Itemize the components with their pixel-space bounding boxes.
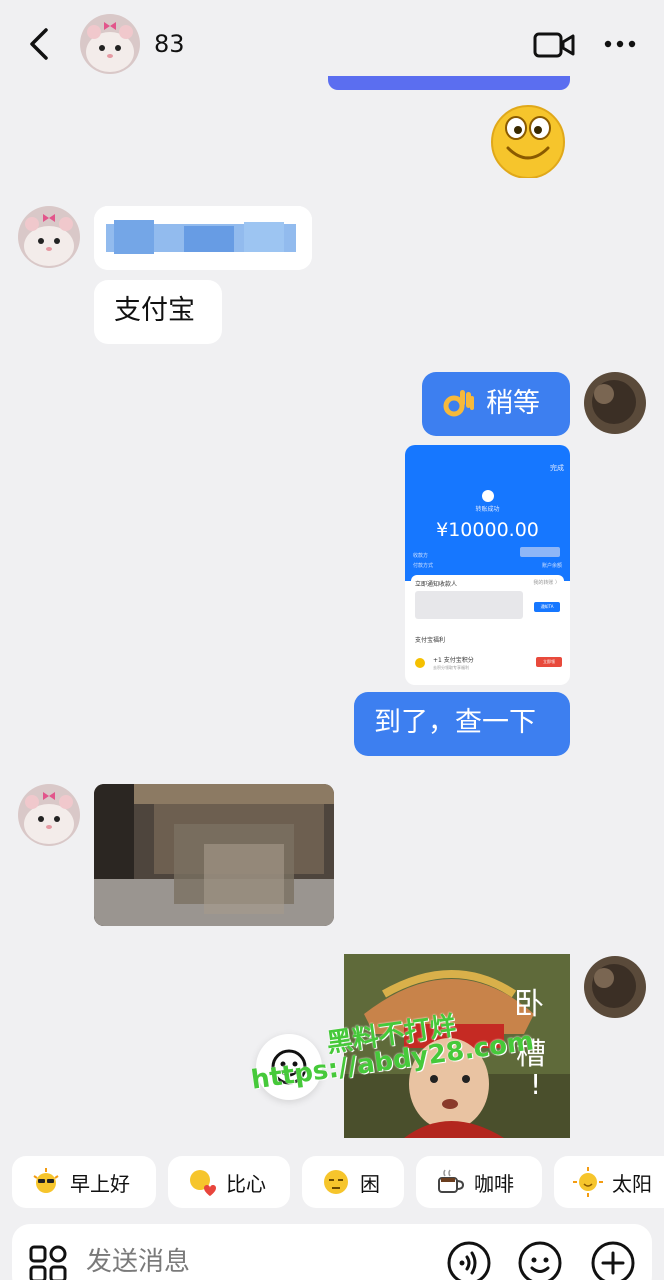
quick-reply-chip[interactable]: 比心 [168, 1156, 290, 1208]
quick-reply-chip[interactable]: 太阳 [554, 1156, 664, 1208]
chat-title: 83 [154, 30, 185, 58]
message-text: 支付宝 [114, 295, 195, 326]
sleepy-face-icon [324, 1170, 348, 1194]
redacted-scribble [94, 206, 312, 270]
floating-emoji-button[interactable] [256, 1034, 322, 1100]
blurred-avatar-icon [584, 956, 646, 1018]
benefit-subtext: 去积分领取专享福利 [433, 665, 469, 670]
quick-reply-chip[interactable]: 早上好 [12, 1156, 156, 1208]
receipt-method-value: 账户余额 [541, 563, 562, 569]
receipt-method-label: 付款方式 [413, 563, 434, 569]
more-options-icon[interactable] [600, 30, 640, 58]
message-bubble-alipay[interactable]: 支付宝 [94, 280, 222, 344]
sun-icon [573, 1167, 603, 1197]
svg-text:!: ! [530, 1068, 541, 1101]
contact-avatar[interactable] [18, 206, 80, 268]
video-call-icon[interactable] [532, 28, 576, 62]
quick-reply-chip[interactable]: 困 [302, 1156, 404, 1208]
contact-avatar[interactable] [18, 784, 80, 846]
receipt-redacted-name [520, 547, 560, 557]
receipt-done-label: 完成 [550, 464, 564, 472]
svg-text:槽: 槽 [516, 1037, 546, 1072]
message-input[interactable] [86, 1242, 426, 1280]
contact-avatar[interactable] [80, 14, 140, 74]
message-text: 到了，查一下 [374, 707, 536, 738]
quick-reply-bar: 早上好 比心 困 咖啡 太阳 [0, 1150, 664, 1212]
blurred-room-photo[interactable] [94, 784, 334, 926]
notify-title: 立即通知收款人 [415, 581, 458, 588]
receipt-amount: ¥10000.00 [436, 519, 539, 541]
receipt-payee-label: 收款方 [413, 553, 429, 559]
quick-reply-label: 困 [360, 1171, 380, 1196]
points-coin-icon [415, 658, 425, 668]
sun-sunglasses-icon [33, 1168, 59, 1193]
voice-icon[interactable] [446, 1240, 492, 1280]
message-text: 稍等 [486, 388, 540, 419]
quick-reply-chip[interactable]: 咖啡 [416, 1156, 542, 1208]
quick-reply-label: 早上好 [70, 1171, 130, 1196]
benefit-text: +1 支付宝积分 [433, 657, 474, 664]
benefit-title: 支付宝福利 [415, 637, 446, 644]
room-photo-image [94, 784, 334, 926]
hamster-avatar-icon [18, 206, 80, 268]
previous-message-bubble [328, 76, 570, 90]
receipt-status: 转账成功 [475, 506, 500, 513]
smiley-emoji-message [491, 105, 565, 178]
notify-button: 通知TA [534, 602, 560, 612]
emoji-icon[interactable] [517, 1240, 563, 1280]
svg-text:卧: 卧 [514, 987, 544, 1022]
my-avatar[interactable] [584, 956, 646, 1018]
hamster-avatar-icon [80, 14, 140, 74]
message-bubble-wait[interactable]: 稍等 [422, 372, 570, 436]
message-input-bar [12, 1224, 652, 1280]
notify-redacted-contact [415, 591, 523, 619]
ok-hand-icon [443, 390, 474, 417]
hamster-avatar-icon [18, 784, 80, 846]
message-bubble-arrived[interactable]: 到了，查一下 [354, 692, 570, 756]
back-arrow-icon[interactable] [22, 24, 56, 64]
my-avatar[interactable] [584, 372, 646, 434]
quick-reply-label: 太阳 [612, 1171, 652, 1196]
meme-sticker-picture: 卧 槽 ! [344, 954, 570, 1138]
apps-grid-icon[interactable] [28, 1244, 68, 1280]
heart-hands-icon [190, 1170, 216, 1196]
plus-icon[interactable] [590, 1240, 636, 1280]
emoji-face-icon [271, 1049, 307, 1085]
receipt-notify-card: 立即通知收款人 我的转账 〉 通知TA [411, 575, 564, 625]
coffee-icon [438, 1169, 465, 1193]
quick-reply-label: 咖啡 [474, 1171, 514, 1196]
benefit-button: 立即领 [536, 657, 562, 667]
alipay-logo-icon [482, 490, 494, 502]
quick-reply-label: 比心 [226, 1171, 266, 1196]
notify-link: 我的转账 〉 [533, 580, 560, 586]
blurred-avatar-icon [584, 372, 646, 434]
receipt-header [405, 445, 570, 581]
transfer-receipt-image[interactable]: 完成 转账成功 ¥10000.00 收款方 付款方式 账户余额 立即通知收款人 … [405, 445, 570, 685]
chat-header: 83 [0, 0, 664, 88]
redacted-message-bubble[interactable] [94, 206, 312, 270]
meme-sticker-image[interactable]: 卧 槽 ! [344, 954, 570, 1138]
